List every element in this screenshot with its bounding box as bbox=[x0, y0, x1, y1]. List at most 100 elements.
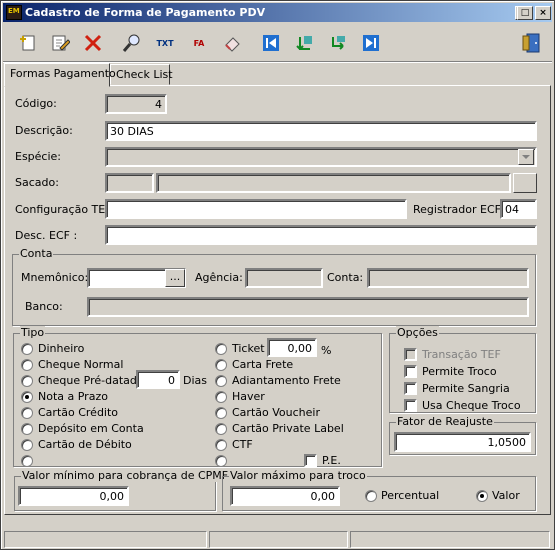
agencia-field[interactable] bbox=[245, 268, 323, 288]
codigo-field[interactable]: 4 bbox=[105, 94, 167, 114]
maximize-button[interactable]: □ bbox=[517, 6, 533, 20]
desc-ecf-label: Desc. ECF : bbox=[15, 229, 78, 242]
toolbar: TXT FA bbox=[3, 23, 552, 61]
new-icon[interactable] bbox=[15, 31, 39, 55]
delete-icon[interactable] bbox=[81, 31, 105, 55]
radio-carta-frete[interactable] bbox=[215, 359, 227, 371]
config-tef-field[interactable] bbox=[105, 199, 407, 219]
radio-cartao-voucher[interactable] bbox=[215, 407, 227, 419]
cpmf-group: Valor mínimo para cobrança de CPMF 0,00 bbox=[14, 469, 230, 511]
pe-checkbox[interactable] bbox=[304, 454, 317, 467]
status-panel-2 bbox=[209, 531, 348, 548]
troco-field[interactable]: 0,00 bbox=[230, 486, 340, 506]
banco-field[interactable] bbox=[87, 297, 529, 317]
exit-door-icon[interactable] bbox=[519, 31, 543, 55]
radio-haver[interactable] bbox=[215, 391, 227, 403]
chevron-down-icon[interactable] bbox=[518, 149, 534, 165]
config-tef-label: Configuração TEF: bbox=[15, 203, 115, 216]
dias-field[interactable]: 0 bbox=[136, 370, 180, 389]
status-panel-1 bbox=[4, 531, 207, 548]
radio-cheque-pre-datado[interactable] bbox=[21, 375, 33, 387]
cpmf-field[interactable]: 0,00 bbox=[18, 486, 129, 506]
app-icon bbox=[6, 5, 22, 20]
desc-ecf-field[interactable] bbox=[105, 225, 537, 245]
fator-caption: Fator de Reajuste bbox=[396, 415, 494, 428]
radio-adiantamento-frete-label: Adiantamento Frete bbox=[232, 374, 341, 387]
next-icon[interactable] bbox=[326, 31, 350, 55]
txt-label: TXT bbox=[156, 38, 174, 48]
tipo-caption: Tipo bbox=[20, 326, 46, 339]
radio-dinheiro-label: Dinheiro bbox=[38, 342, 85, 355]
sacado-lookup-button[interactable] bbox=[513, 173, 537, 193]
radio-valor-label: Valor bbox=[492, 489, 520, 502]
radio-ticket[interactable] bbox=[215, 343, 227, 355]
radio-adiantamento-frete[interactable] bbox=[215, 375, 227, 387]
registrador-field[interactable]: 04 bbox=[500, 199, 537, 219]
title-bar[interactable]: Cadastro de Forma de Pagamento PDV _ □ × bbox=[3, 3, 552, 22]
txt-icon[interactable]: TXT bbox=[153, 31, 177, 55]
troco-caption: Valor máximo para troco bbox=[229, 469, 367, 482]
radio-cartao-voucher-label: Cartão Voucheir bbox=[232, 406, 320, 419]
edit-icon[interactable] bbox=[48, 31, 72, 55]
eraser-icon[interactable] bbox=[220, 31, 244, 55]
radio-cartao-debito-label: Cartão de Débito bbox=[38, 438, 132, 451]
radio-carta-frete-label: Carta Frete bbox=[232, 358, 294, 371]
codigo-label: Código: bbox=[15, 97, 57, 110]
last-icon[interactable] bbox=[359, 31, 383, 55]
especie-label: Espécie: bbox=[15, 150, 62, 163]
fator-field[interactable]: 1,0500 bbox=[394, 432, 531, 452]
radio-cartao-credito[interactable] bbox=[21, 407, 33, 419]
permite-troco-label: Permite Troco bbox=[422, 365, 497, 378]
sacado-code-field[interactable] bbox=[105, 173, 154, 193]
mnemonico-lookup-button[interactable]: ... bbox=[165, 269, 185, 287]
radio-cartao-debito[interactable] bbox=[21, 439, 33, 451]
radio-ticket-label: Ticket bbox=[232, 342, 265, 355]
radio-haver-label: Haver bbox=[232, 390, 265, 403]
close-button[interactable]: × bbox=[535, 6, 551, 20]
opcoes-caption: Opções bbox=[396, 326, 439, 339]
ticket-field[interactable]: 0,00 bbox=[267, 338, 317, 357]
radio-deposito-em-conta-label: Depósito em Conta bbox=[38, 422, 144, 435]
transacao-tef-checkbox[interactable] bbox=[404, 348, 417, 361]
conta-label: Conta: bbox=[327, 271, 364, 284]
permite-sangria-checkbox[interactable] bbox=[404, 382, 417, 395]
tipo-group: Tipo Dinheiro Cheque Normal Cheque Pré-d… bbox=[13, 326, 382, 467]
conta-field[interactable] bbox=[367, 268, 529, 288]
troco-group: Valor máximo para troco 0,00 Percentual … bbox=[222, 469, 536, 511]
radio-blank-left[interactable] bbox=[21, 455, 33, 467]
conta-caption: Conta bbox=[19, 247, 54, 260]
tab-check-list[interactable]: Check List bbox=[110, 64, 173, 85]
radio-ctf[interactable] bbox=[215, 439, 227, 451]
radio-blank-right[interactable] bbox=[215, 455, 227, 467]
especie-select[interactable] bbox=[105, 147, 537, 167]
agencia-label: Agência: bbox=[195, 271, 243, 284]
tab-formas-pagamento[interactable]: Formas Pagamento bbox=[4, 63, 116, 87]
main-window: Cadastro de Forma de Pagamento PDV _ □ ×… bbox=[0, 0, 555, 550]
search-icon[interactable] bbox=[120, 31, 144, 55]
window-title: Cadastro de Forma de Pagamento PDV bbox=[25, 6, 266, 19]
cpmf-caption: Valor mínimo para cobrança de CPMF bbox=[21, 469, 230, 482]
prev-icon[interactable] bbox=[293, 31, 317, 55]
tab-panel: Código: 4 Descrição: 30 DIAS Espécie: Sa… bbox=[4, 85, 551, 515]
usa-cheque-troco-label: Usa Cheque Troco bbox=[422, 399, 521, 412]
radio-cheque-normal[interactable] bbox=[21, 359, 33, 371]
radio-nota-a-prazo-label: Nota a Prazo bbox=[38, 390, 108, 403]
sacado-name-field[interactable] bbox=[156, 173, 511, 193]
radio-nota-a-prazo[interactable] bbox=[21, 391, 33, 403]
radio-ctf-label: CTF bbox=[232, 438, 253, 451]
radio-deposito-em-conta[interactable] bbox=[21, 423, 33, 435]
fa-icon[interactable]: FA bbox=[187, 31, 211, 55]
radio-dinheiro[interactable] bbox=[21, 343, 33, 355]
radio-cartao-credito-label: Cartão Crédito bbox=[38, 406, 119, 419]
pe-label: P.E. bbox=[322, 454, 341, 467]
descricao-field[interactable]: 30 DIAS bbox=[105, 121, 537, 141]
radio-percentual[interactable] bbox=[365, 490, 377, 502]
radio-cartao-private-label[interactable] bbox=[215, 423, 227, 435]
first-icon[interactable] bbox=[259, 31, 283, 55]
banco-label: Banco: bbox=[25, 300, 63, 313]
permite-troco-checkbox[interactable] bbox=[404, 365, 417, 378]
radio-valor[interactable] bbox=[476, 490, 488, 502]
usa-cheque-troco-checkbox[interactable] bbox=[404, 399, 417, 412]
status-bar bbox=[3, 529, 552, 549]
fa-label: FA bbox=[193, 38, 205, 48]
